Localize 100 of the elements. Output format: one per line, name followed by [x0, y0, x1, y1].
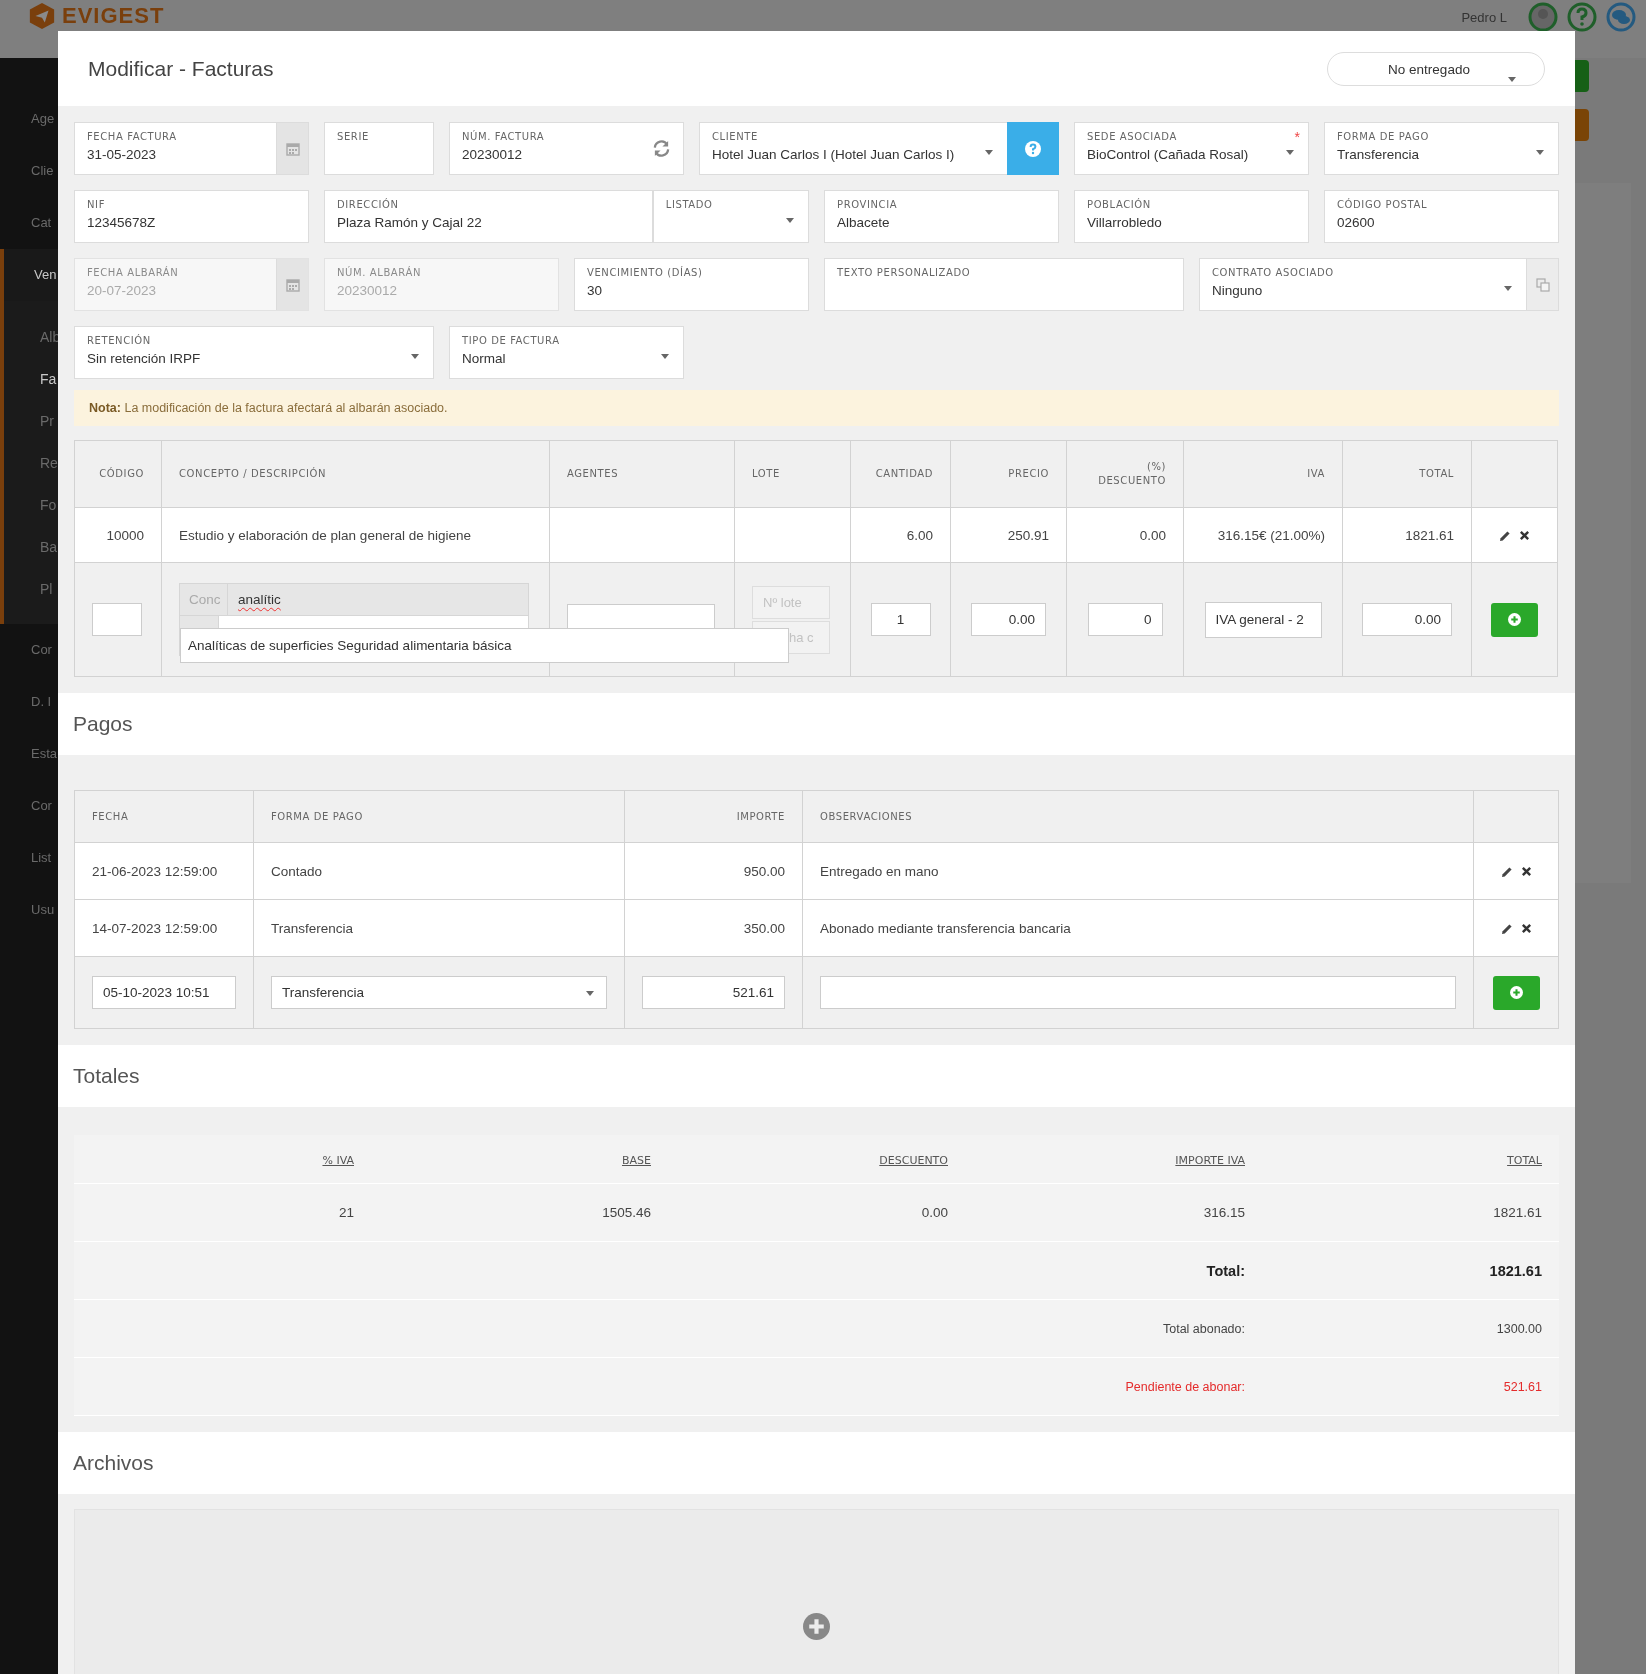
form-field[interactable]: SEDE ASOCIADA BioControl (Cañada Rosal) * [1074, 122, 1309, 175]
section-title: Totales [73, 1064, 140, 1088]
code-input[interactable] [92, 603, 142, 636]
field-value: BioControl (Cañada Rosal) [1087, 147, 1250, 162]
form-field[interactable]: SERIE [324, 122, 434, 175]
modal-title: Modificar - Facturas [88, 56, 274, 81]
sidebar-item[interactable]: Cat [0, 197, 62, 249]
column-header: IMPORTE [736, 810, 785, 822]
field-value: 02600 [1337, 215, 1376, 230]
column-header: OBSERVACIONES [820, 810, 913, 822]
form-field[interactable]: NIF 12345678Z [74, 190, 309, 243]
add-button[interactable] [1491, 602, 1538, 637]
date-input[interactable]: 05-10-2023 10:51 [92, 976, 236, 1009]
column-header: FORMA DE PAGO [271, 810, 363, 822]
avatar-icon[interactable] [1528, 2, 1558, 32]
column-header: FECHA [92, 810, 129, 822]
field-label: NÚM. FACTURA [462, 131, 546, 142]
summary-value: 1300.00 [1496, 1321, 1542, 1336]
help-button[interactable] [1007, 122, 1059, 175]
refresh-icon[interactable] [652, 139, 671, 158]
column-header[interactable]: % IVA [322, 1153, 354, 1167]
copy-button[interactable] [1526, 259, 1558, 310]
table-cell: 350.00 [743, 920, 785, 936]
field-value: 31-05-2023 [87, 147, 158, 162]
sidebar-item[interactable]: Cor [0, 780, 62, 832]
copy-icon [1535, 277, 1550, 292]
edit-icon[interactable] [1500, 865, 1513, 878]
form-field[interactable]: FORMA DE PAGO Transferencia [1324, 122, 1559, 175]
caret-icon [985, 150, 993, 155]
caret-icon [411, 354, 419, 359]
discount-input[interactable]: 0 [1087, 603, 1163, 636]
form-field[interactable]: LISTADO [652, 190, 809, 243]
form-field[interactable]: DIRECCIÓN Plaza Ramón y Cajal 22 [324, 190, 653, 243]
field-label: CÓDIGO POSTAL [1337, 199, 1429, 210]
table-cell: 950.00 [743, 863, 785, 879]
form-field[interactable]: PROVINCIA Albacete [824, 190, 1059, 243]
help-icon [1025, 140, 1041, 157]
column-header: CÓDIGO [99, 468, 144, 479]
caret-icon [1504, 286, 1512, 291]
form-field[interactable]: CÓDIGO POSTAL 02600 [1324, 190, 1559, 243]
required-mark: * [1294, 129, 1300, 145]
plus-icon [1509, 986, 1523, 999]
price-input[interactable]: 0.00 [971, 603, 1046, 636]
field-value: 12345678Z [87, 215, 157, 230]
suggestion-item[interactable]: Analíticas de superficies Seguridad alimentaria básica [181, 629, 788, 662]
help-icon[interactable] [1567, 2, 1597, 32]
form-field[interactable]: FECHA FACTURA 31-05-2023 [74, 122, 309, 175]
note-text: Nota: La modificación de la factura afectará al albarán asociado. [89, 401, 448, 415]
column-header[interactable]: IMPORTE IVA [1175, 1153, 1245, 1167]
field-label: TEXTO PERSONALIZADO [837, 267, 972, 278]
column-header: IVA [1307, 468, 1325, 479]
table-cell: 1821.61 [1405, 527, 1454, 543]
sidebar-item[interactable]: Cor [0, 624, 62, 676]
calendar-button[interactable] [276, 123, 308, 174]
table-cell: 0.00 [1139, 527, 1166, 543]
quantity-input[interactable]: 1 [870, 603, 931, 636]
form-field[interactable]: CLIENTE Hotel Juan Carlos I (Hotel Juan Carlos I) [699, 122, 1059, 175]
add-file-icon[interactable] [803, 1613, 830, 1640]
chat-icon[interactable] [1606, 2, 1636, 32]
payment-method-select[interactable]: Transferencia [271, 976, 607, 1009]
edit-icon[interactable] [1500, 922, 1513, 935]
sidebar-item[interactable]: Clie [0, 145, 62, 197]
delete-icon[interactable] [1520, 923, 1532, 935]
form-field[interactable]: POBLACIÓN Villarrobledo [1074, 190, 1309, 243]
caret-icon [661, 354, 669, 359]
vat-select[interactable]: IVA general - 2 [1204, 601, 1322, 638]
column-header: (%) DESCUENTO [1098, 461, 1166, 486]
column-header: PRECIO [1008, 468, 1049, 479]
sidebar-item[interactable]: D. I [0, 676, 62, 728]
notes-input[interactable] [820, 976, 1456, 1009]
table-cell: 1821.61 [1493, 1205, 1542, 1220]
delete-icon[interactable] [1520, 866, 1532, 878]
column-header: AGENTES [567, 468, 619, 479]
submenu-item[interactable]: Fa [4, 358, 62, 400]
form-field[interactable]: CONTRATO ASOCIADO Ninguno [1199, 258, 1559, 311]
field-label: CONTRATO ASOCIADO [1212, 267, 1335, 278]
table-cell: 250.91 [1007, 527, 1049, 543]
sidebar-item[interactable]: Usu [0, 884, 62, 936]
form-field[interactable]: VENCIMIENTO (DÍAS) 30 [574, 258, 809, 311]
field-label: NIF [87, 199, 106, 210]
sidebar-item[interactable]: List [0, 832, 62, 884]
form-field[interactable]: TEXTO PERSONALIZADO [824, 258, 1184, 311]
column-header[interactable]: DESCUENTO [879, 1153, 948, 1167]
delete-icon[interactable] [1519, 530, 1530, 542]
edit-icon[interactable] [1499, 529, 1511, 542]
column-header[interactable]: TOTAL [1507, 1153, 1542, 1167]
amount-input[interactable]: 521.61 [642, 976, 785, 1009]
field-value: Villarrobledo [1087, 215, 1163, 230]
field-label: CLIENTE [712, 131, 759, 142]
table-cell: 14-07-2023 12:59:00 [92, 920, 218, 936]
form-field[interactable]: RETENCIÓN Sin retención IRPF [74, 326, 434, 379]
total-input[interactable]: 0.00 [1362, 603, 1452, 636]
field-label: DIRECCIÓN [337, 199, 400, 210]
caret-icon [786, 218, 794, 223]
form-field[interactable]: NÚM. FACTURA 20230012 [449, 122, 684, 175]
add-button[interactable] [1492, 975, 1540, 1010]
form-field[interactable]: TIPO DE FACTURA Normal [449, 326, 684, 379]
column-header: TOTAL [1419, 468, 1454, 479]
table-cell: 21-06-2023 12:59:00 [92, 863, 218, 879]
column-header[interactable]: BASE [622, 1153, 651, 1167]
